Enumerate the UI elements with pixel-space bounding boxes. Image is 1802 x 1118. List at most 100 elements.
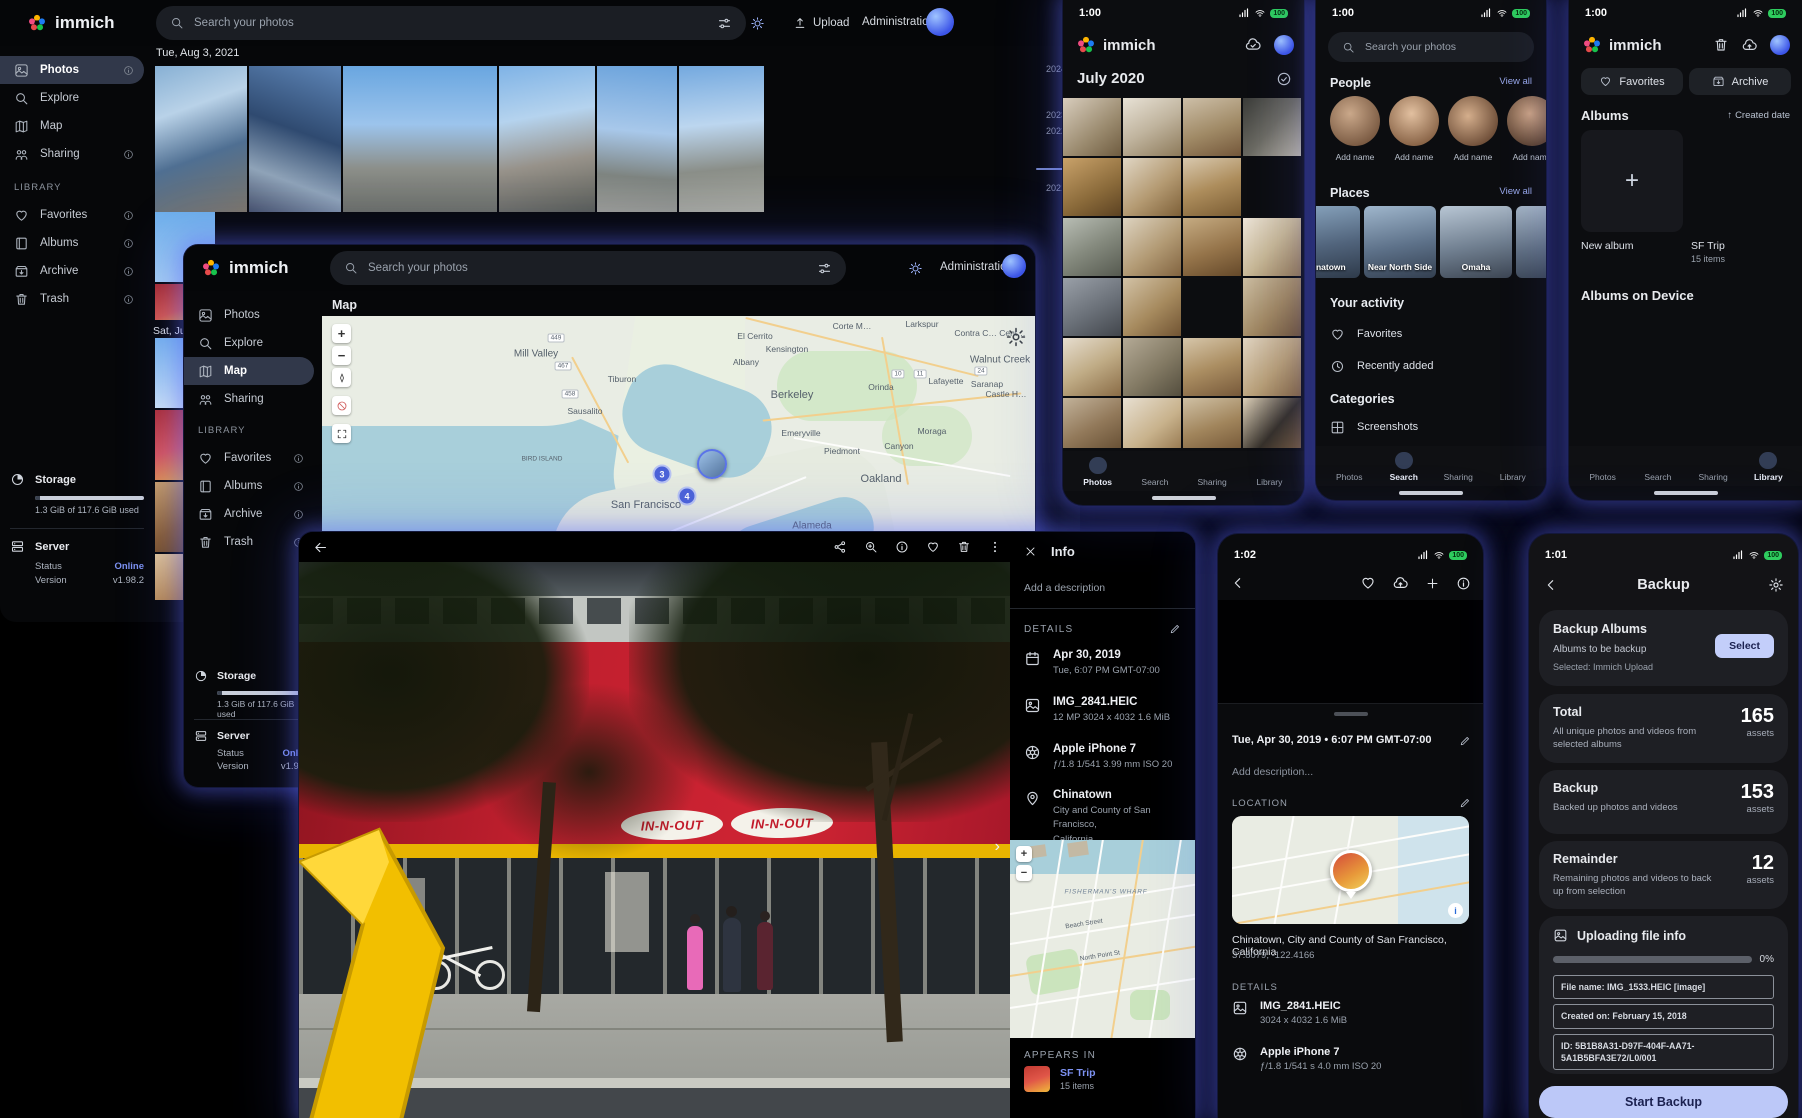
- appears-in-album[interactable]: SF Trip 15 items: [1024, 1066, 1096, 1092]
- sidebar-item[interactable]: Photos: [184, 301, 314, 329]
- nav-item[interactable]: Photos: [1069, 457, 1126, 487]
- search-input[interactable]: Search your photos: [1328, 32, 1534, 62]
- sidebar-item[interactable]: Archive: [0, 257, 144, 285]
- photo-thumbnail[interactable]: [766, 66, 931, 212]
- person-item[interactable]: Add name: [1330, 96, 1380, 162]
- nav-item[interactable]: Library: [1741, 452, 1796, 482]
- photo-thumbnail[interactable]: [1243, 218, 1301, 276]
- category-row[interactable]: Screenshots: [1330, 412, 1532, 442]
- trash-icon[interactable]: [1713, 37, 1729, 53]
- archive-button[interactable]: Archive: [1689, 68, 1791, 95]
- back-icon[interactable]: [1543, 577, 1559, 593]
- description-input[interactable]: Add a description: [1024, 582, 1181, 594]
- theme-toggle-button[interactable]: [750, 16, 765, 31]
- photo-thumbnail[interactable]: [155, 66, 247, 212]
- map-cluster-marker[interactable]: 3: [653, 465, 672, 484]
- activity-row[interactable]: Favorites: [1330, 318, 1532, 350]
- drag-handle[interactable]: [1334, 712, 1368, 716]
- info-icon[interactable]: [123, 149, 134, 160]
- photo-thumbnail[interactable]: [1063, 98, 1121, 156]
- sidebar-item[interactable]: Photos: [0, 56, 144, 84]
- nav-item[interactable]: Library: [1486, 452, 1541, 482]
- favorite-icon[interactable]: [926, 540, 940, 554]
- minimap-zoom-out[interactable]: −: [1016, 865, 1032, 881]
- filter-icon[interactable]: [817, 261, 832, 276]
- place-item[interactable]: Chinatown: [1316, 206, 1360, 278]
- place-item[interactable]: Near North Side: [1364, 206, 1436, 278]
- album-tile[interactable]: [1691, 130, 1793, 232]
- photo-thumbnail[interactable]: [1243, 278, 1301, 336]
- map-photo-marker[interactable]: [697, 449, 727, 479]
- photo-thumbnail[interactable]: [1123, 278, 1181, 336]
- favorites-button[interactable]: Favorites: [1581, 68, 1683, 95]
- new-album-tile[interactable]: +: [1581, 130, 1683, 232]
- more-icon[interactable]: [988, 540, 1002, 554]
- administration-link[interactable]: Administration: [862, 16, 935, 28]
- photo-thumbnail[interactable]: [1063, 158, 1121, 216]
- photo-thumbnail[interactable]: [1123, 158, 1181, 216]
- nav-item[interactable]: Library: [1241, 457, 1298, 487]
- place-item[interactable]: Omaha: [1440, 206, 1512, 278]
- photo-thumbnail[interactable]: [1243, 398, 1301, 448]
- edit-icon[interactable]: [1169, 623, 1181, 635]
- photo-thumbnail[interactable]: [1183, 98, 1241, 156]
- start-backup-button[interactable]: Start Backup: [1539, 1086, 1788, 1118]
- minimap-zoom-in[interactable]: +: [1016, 846, 1032, 862]
- info-icon[interactable]: [293, 481, 304, 492]
- info-icon[interactable]: [123, 65, 134, 76]
- user-avatar[interactable]: [1770, 35, 1790, 55]
- sidebar-item[interactable]: Explore: [0, 84, 144, 112]
- back-icon[interactable]: [1230, 575, 1246, 591]
- info-icon[interactable]: [293, 453, 304, 464]
- nav-item[interactable]: Photos: [1322, 452, 1377, 482]
- search-input[interactable]: Search your photos: [330, 251, 846, 285]
- map-zoom-out-button[interactable]: −: [332, 346, 351, 365]
- photo-thumbnail[interactable]: [1123, 98, 1181, 156]
- user-avatar[interactable]: [926, 8, 954, 36]
- sidebar-item[interactable]: Albums: [0, 229, 144, 257]
- sidebar-item[interactable]: Albums: [184, 472, 314, 500]
- photo-thumbnail[interactable]: [1123, 338, 1181, 396]
- user-avatar[interactable]: [1274, 35, 1294, 55]
- map-fullscreen-button[interactable]: [332, 424, 351, 443]
- photo-thumbnail[interactable]: [249, 66, 341, 212]
- back-icon[interactable]: [313, 540, 328, 555]
- nav-item[interactable]: Search: [1126, 457, 1183, 487]
- next-photo-arrow[interactable]: ›: [995, 838, 1000, 856]
- nav-item[interactable]: Photos: [1575, 452, 1630, 482]
- map-zoom-in-button[interactable]: +: [332, 324, 351, 343]
- sidebar-item[interactable]: Trash: [184, 528, 314, 556]
- photo-thumbnail[interactable]: [1243, 158, 1301, 216]
- person-item[interactable]: Add name: [1507, 96, 1546, 162]
- info-icon[interactable]: [293, 509, 304, 520]
- nav-item[interactable]: Search: [1377, 452, 1432, 482]
- map-location-disabled-button[interactable]: [332, 396, 351, 415]
- sidebar-item[interactable]: Sharing: [0, 140, 144, 168]
- favorite-icon[interactable]: [1360, 575, 1376, 591]
- info-icon[interactable]: [1456, 576, 1471, 591]
- activity-row[interactable]: Recently added: [1330, 350, 1532, 382]
- photo-thumbnail[interactable]: [1063, 278, 1121, 336]
- photo-thumbnail[interactable]: [1183, 158, 1241, 216]
- info-icon[interactable]: [123, 210, 134, 221]
- map-settings-gear[interactable]: [1005, 326, 1027, 348]
- sidebar-item[interactable]: Explore: [184, 329, 314, 357]
- photo-thumbnail[interactable]: [1183, 278, 1241, 336]
- photo-thumbnail[interactable]: [679, 66, 764, 212]
- select-button[interactable]: Select: [1715, 634, 1774, 658]
- photo-thumbnail[interactable]: [1183, 218, 1241, 276]
- place-item[interactable]: Pl: [1516, 206, 1546, 278]
- share-icon[interactable]: [833, 540, 847, 554]
- map-cluster-marker[interactable]: 4: [678, 487, 697, 506]
- info-icon[interactable]: [123, 266, 134, 277]
- edit-date-icon[interactable]: [1459, 734, 1471, 752]
- select-all-icon[interactable]: [1276, 71, 1292, 87]
- map-attribution-info-icon[interactable]: i: [1448, 903, 1463, 918]
- nav-item[interactable]: Search: [1630, 452, 1685, 482]
- photo-thumbnail[interactable]: [1123, 398, 1181, 448]
- photo-thumbnail[interactable]: [1063, 218, 1121, 276]
- add-icon[interactable]: [1425, 576, 1440, 591]
- view-all-link[interactable]: View all: [1499, 76, 1532, 90]
- photo-area[interactable]: [1218, 600, 1483, 704]
- upload-icon[interactable]: [1392, 575, 1409, 592]
